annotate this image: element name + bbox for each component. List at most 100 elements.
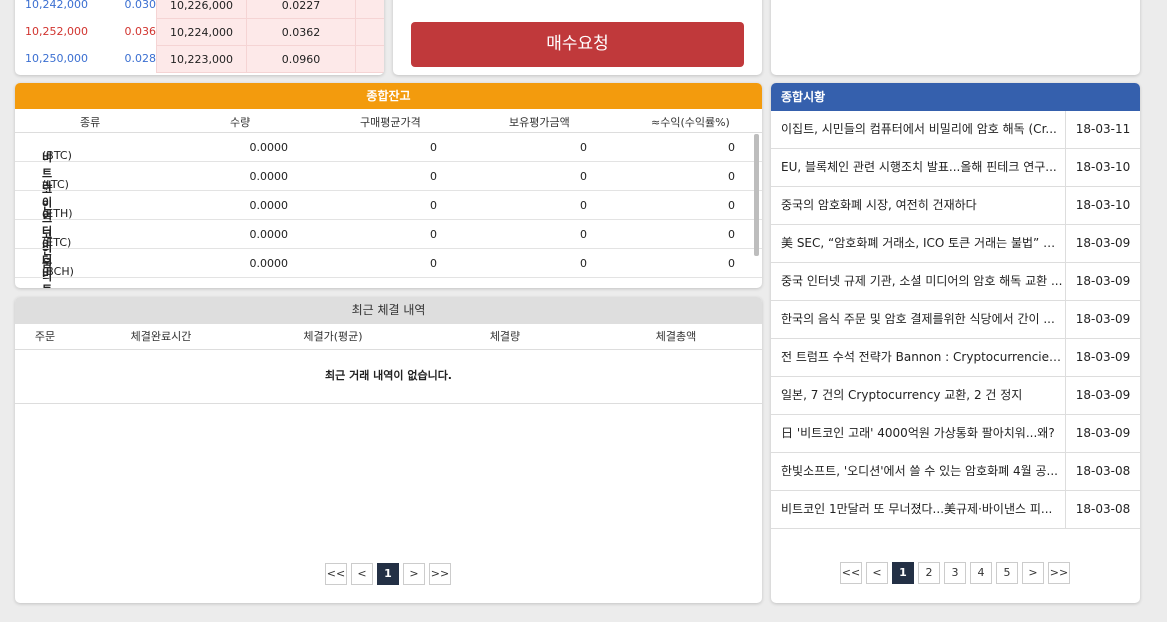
news-date: 18-03-09 — [1065, 263, 1140, 300]
coin-code: (LTC) — [42, 178, 69, 191]
pager-page-5[interactable]: 5 — [996, 562, 1018, 584]
pager-page-4[interactable]: 4 — [970, 562, 992, 584]
news-item[interactable]: 한빛소프트, '오디션'에서 쓸 수 있는 암호화폐 4월 공... 18-03-… — [771, 453, 1140, 491]
coin-avg-price: 0 — [430, 228, 437, 241]
coin-avg-price: 0 — [430, 141, 437, 154]
coin-profit: 0 — [728, 228, 735, 241]
news-headline-link[interactable]: 중국의 암호화폐 시장, 여전히 건재하다 — [781, 187, 1065, 224]
pager-page-1[interactable]: 1 — [377, 563, 399, 585]
orderbook-row[interactable]: 10,242,000 0.0309 10,226,000 0.0227 — [15, 0, 384, 19]
news-headline-link[interactable]: 美 SEC, “암호화폐 거래소, ICO 토큰 거래는 불법” 경고 — [781, 225, 1065, 262]
orderbook-panel: 10,242,000 0.0309 10,226,000 0.0227 10,2… — [15, 0, 384, 75]
bid-qty: 0.0309 — [124, 0, 164, 11]
orderbook-cell — [355, 0, 384, 19]
news-item[interactable]: 일본, 7 건의 Cryptocurrency 교환, 2 건 정지 18-03-… — [771, 377, 1140, 415]
balance-scrollbar[interactable] — [754, 134, 759, 256]
pager-page-2[interactable]: 2 — [918, 562, 940, 584]
coin-qty: 0.0000 — [249, 170, 289, 183]
coin-code: (ETH) — [42, 207, 73, 220]
news-item[interactable]: 이집트, 시민들의 컴퓨터에서 비밀리에 암호 해독 (Cr... 18-03-1… — [771, 111, 1140, 149]
news-headline-link[interactable]: EU, 블록체인 관련 시행조치 발표...올해 핀테크 연구... — [781, 149, 1065, 186]
news-headline-link[interactable]: 日 '비트코인 고래' 4000억원 가상통화 팔아치워...왜? — [781, 415, 1065, 452]
pager-prev-button[interactable]: < — [351, 563, 373, 585]
news-headline-link[interactable]: 한빛소프트, '오디션'에서 쓸 수 있는 암호화폐 4월 공... — [781, 453, 1065, 490]
news-date: 18-03-09 — [1065, 415, 1140, 452]
balance-table-header: 종류 수량 구매평균가격 보유평가금액 ≈수익(수익률%) — [15, 109, 762, 133]
news-headline-link[interactable]: 중국 인터넷 규제 기관, 소셜 미디어의 암호 해독 교환 ... — [781, 263, 1065, 300]
balance-table-body[interactable]: 비트코인 (BTC) 0.0000 0 0 0 라이트코인 (LTC) 0.0000… — [15, 133, 762, 288]
orderbook-row[interactable]: 10,252,000 0.0369 10,224,000 0.0362 — [15, 19, 384, 46]
news-headline-link[interactable]: 일본, 7 건의 Cryptocurrency 교환, 2 건 정지 — [781, 377, 1065, 414]
coin-profit: 0 — [728, 257, 735, 270]
news-date: 18-03-10 — [1065, 187, 1140, 224]
news-date: 18-03-09 — [1065, 225, 1140, 262]
bid-price: 10,242,000 — [25, 0, 88, 11]
news-headline-link[interactable]: 이집트, 시민들의 컴퓨터에서 비밀리에 암호 해독 (Cr... — [781, 111, 1065, 148]
pager-prev-button[interactable]: < — [866, 562, 888, 584]
pager-first-button[interactable]: << — [325, 563, 347, 585]
trades-pagination: << < 1 > >> — [325, 563, 451, 585]
news-item[interactable]: 한국의 음식 주문 및 암호 결제를위한 식당에서 간이 ... 18-03-09 — [771, 301, 1140, 339]
pager-next-button[interactable]: > — [403, 563, 425, 585]
pager-page-1[interactable]: 1 — [892, 562, 914, 584]
ask-qty: 0.0227 — [246, 0, 355, 19]
table-row[interactable]: 라이트코인 (LTC) 0.0000 0 0 0 — [15, 162, 762, 257]
ask-qty: 0.0362 — [246, 19, 355, 46]
pager-last-button[interactable]: >> — [429, 563, 451, 585]
coin-qty: 0.0000 — [249, 199, 289, 212]
news-panel: 종합시황 이집트, 시민들의 컴퓨터에서 비밀리에 암호 해독 (Cr... 18… — [771, 83, 1140, 603]
pager-page-3[interactable]: 3 — [944, 562, 966, 584]
column-header: 체결가(평균) — [303, 330, 363, 343]
trades-empty-message: 최근 거래 내역이 없습니다. — [15, 350, 762, 404]
table-row[interactable]: 이더리움 (ETH) 0.0000 0 0 0 — [15, 191, 762, 270]
orderbook-cell — [355, 19, 384, 46]
pager-last-button[interactable]: >> — [1048, 562, 1070, 584]
column-header: 수량 — [230, 116, 251, 129]
table-row[interactable]: 비트코인 (BTC) 0.0000 0 0 0 — [15, 133, 762, 212]
news-date: 18-03-10 — [1065, 149, 1140, 186]
news-headline-link[interactable]: 전 트럼프 수석 전략가 Bannon : Cryptocurrencies..… — [781, 339, 1065, 376]
news-item[interactable]: EU, 블록체인 관련 시행조치 발표...올해 핀테크 연구... 18-03-… — [771, 149, 1140, 187]
news-date: 18-03-08 — [1065, 491, 1140, 528]
news-item[interactable]: 중국의 암호화폐 시장, 여전히 건재하다 18-03-10 — [771, 187, 1140, 225]
news-item[interactable]: 중국 인터넷 규제 기관, 소셜 미디어의 암호 해독 교환 ... 18-03-… — [771, 263, 1140, 301]
news-item[interactable]: 美 SEC, “암호화폐 거래소, ICO 토큰 거래는 불법” 경고 18-03… — [771, 225, 1140, 263]
news-headline-link[interactable]: 한국의 음식 주문 및 암호 결제를위한 식당에서 간이 ... — [781, 301, 1065, 338]
recent-trades-title: 최근 체결 내역 — [15, 297, 762, 324]
news-item[interactable]: 비트코인 1만달러 또 무너졌다...美규제·바이낸스 피... 18-03-08 — [771, 491, 1140, 529]
recent-trades-panel: 최근 체결 내역 주문 체결완료시간 체결가(평균) 체결량 체결총액 최근 거… — [15, 297, 762, 603]
coin-avg-price: 0 — [430, 170, 437, 183]
news-date: 18-03-09 — [1065, 301, 1140, 338]
coin-qty: 0.0000 — [249, 141, 289, 154]
coin-eval: 0 — [580, 228, 587, 241]
bid-price: 10,250,000 — [25, 52, 88, 65]
column-header: 주문 — [34, 330, 56, 343]
news-item[interactable]: 日 '비트코인 고래' 4000억원 가상통화 팔아치워...왜? 18-03-0… — [771, 415, 1140, 453]
column-header: 보유평가금액 — [509, 116, 570, 129]
news-headline-link[interactable]: 비트코인 1만달러 또 무너졌다...美규제·바이낸스 피... — [781, 491, 1065, 528]
ask-price: 10,223,000 — [156, 46, 246, 73]
column-header: 체결완료시간 — [130, 330, 192, 343]
coin-code: (ETC) — [42, 236, 72, 249]
bid-price: 10,252,000 — [25, 25, 88, 38]
pager-next-button[interactable]: > — [1022, 562, 1044, 584]
news-item[interactable]: 전 트럼프 수석 전략가 Bannon : Cryptocurrencies..… — [771, 339, 1140, 377]
news-date: 18-03-09 — [1065, 339, 1140, 376]
column-header: 구매평균가격 — [360, 116, 421, 129]
news-pagination: << < 1 2 3 4 5 > >> — [840, 562, 1070, 584]
orderbook-row[interactable]: 10,250,000 0.0282 10,223,000 0.0960 — [15, 46, 384, 73]
coin-avg-price: 0 — [430, 199, 437, 212]
pager-first-button[interactable]: << — [840, 562, 862, 584]
table-row[interactable]: 비트코인캐시(BCH) 0.0000 0 0 0 — [15, 249, 762, 288]
buy-request-button[interactable]: 매수요청 — [411, 22, 744, 67]
coin-code: (BCH) — [42, 265, 74, 278]
ask-price: 10,224,000 — [156, 19, 246, 46]
column-header: 체결량 — [489, 330, 521, 343]
coin-qty: 0.0000 — [249, 257, 289, 270]
ask-qty: 0.0960 — [246, 46, 355, 73]
table-row[interactable]: 이더리움클래식(ETC) 0.0000 0 0 0 — [15, 220, 762, 288]
news-date: 18-03-09 — [1065, 377, 1140, 414]
orderbook-cell — [355, 46, 384, 73]
balance-title: 종합잔고 — [15, 83, 762, 109]
coin-profit: 0 — [728, 170, 735, 183]
